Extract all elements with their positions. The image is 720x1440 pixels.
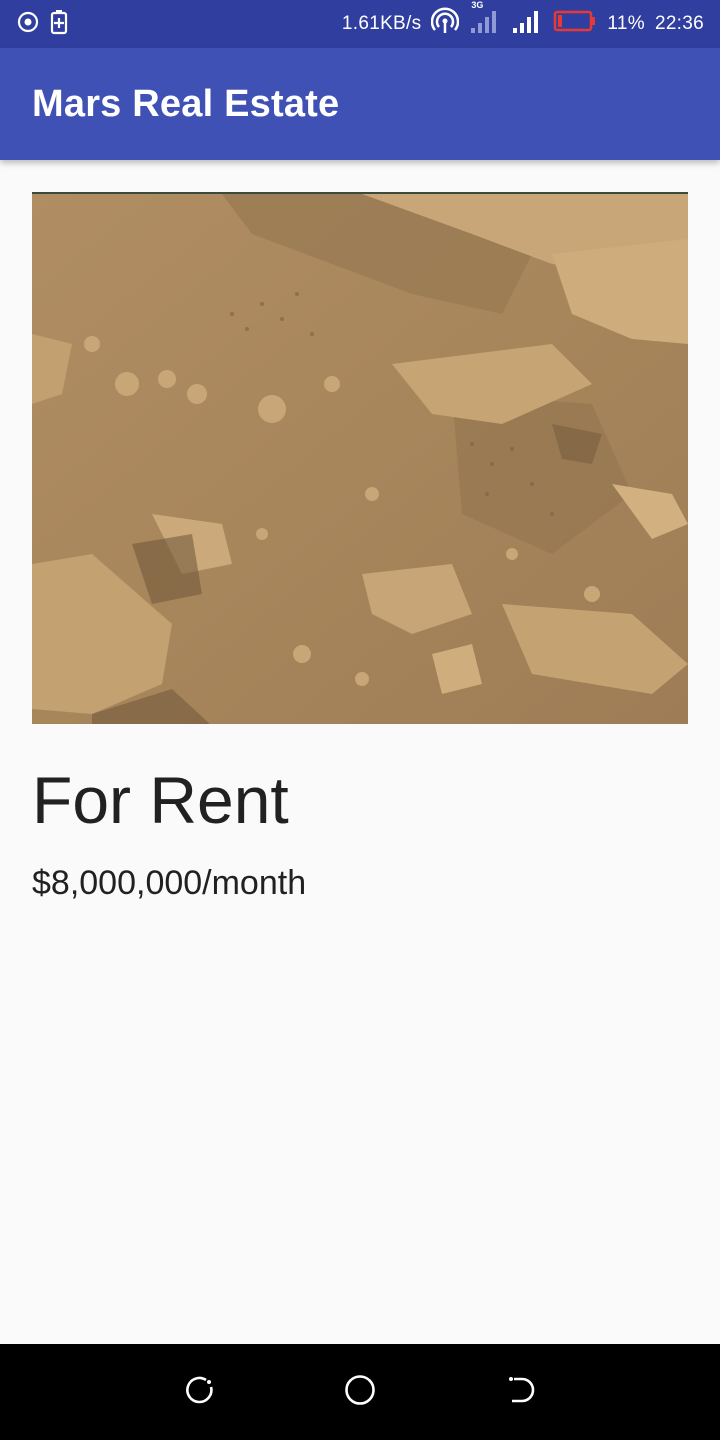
status-bar-left xyxy=(16,9,68,40)
home-icon xyxy=(343,1373,377,1412)
signal-3g-icon: 3G xyxy=(469,0,501,40)
status-bar-right: 1.61KB/s 3G 11% 22:36 xyxy=(341,0,704,41)
app-title: Mars Real Estate xyxy=(32,82,340,125)
status-bar: 1.61KB/s 3G 11% 22:36 xyxy=(0,0,720,48)
battery-low-icon xyxy=(553,9,597,39)
recent-apps-icon xyxy=(184,1374,216,1411)
network-type-label: 3G xyxy=(471,0,484,10)
back-icon xyxy=(504,1374,536,1411)
property-price-label: $8,000,000/month xyxy=(32,864,307,902)
navigation-bar xyxy=(0,1344,720,1440)
property-type-label: For Rent xyxy=(32,763,289,837)
hotspot-icon xyxy=(431,7,460,41)
clock: 22:36 xyxy=(654,13,704,34)
app-bar: Mars Real Estate xyxy=(0,48,720,160)
signal-icon xyxy=(511,8,543,40)
back-button[interactable] xyxy=(496,1368,544,1416)
location-icon xyxy=(16,10,40,39)
mars-terrain-photo xyxy=(32,192,688,724)
home-button[interactable] xyxy=(336,1368,384,1416)
recent-apps-button[interactable] xyxy=(176,1368,224,1416)
battery-saver-icon xyxy=(50,9,68,40)
battery-percent: 11% xyxy=(607,13,645,34)
network-speed: 1.61KB/s xyxy=(341,13,422,34)
